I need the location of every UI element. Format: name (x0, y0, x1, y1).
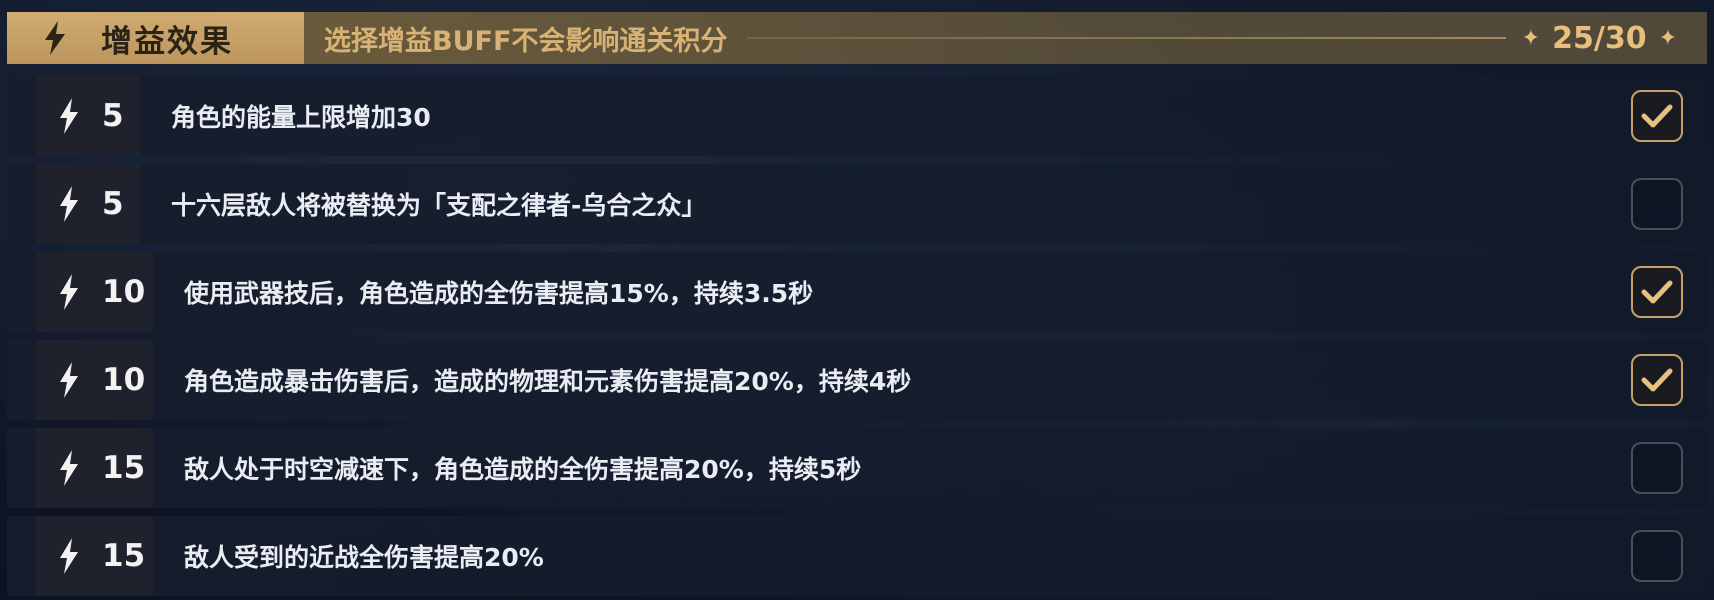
buff-description: 角色造成暴击伤害后，造成的物理和元素伤害提高20%，持续4秒 (184, 367, 912, 396)
lightning-icon (54, 272, 84, 312)
checkmark-icon (1641, 104, 1673, 128)
buff-row[interactable]: 10 角色造成暴击伤害后，造成的物理和元素伤害提高20%，持续4秒 (7, 340, 1707, 420)
sparkle-icon: ✦ (1658, 25, 1677, 51)
buff-checkbox[interactable] (1631, 178, 1683, 230)
buff-checkbox[interactable] (1631, 442, 1683, 494)
lightning-icon (37, 20, 73, 56)
buff-list: 5 角色的能量上限增加30 5 十六层敌人将被替换为「支配之律者-乌合之众」 1… (7, 76, 1707, 600)
lightning-icon (54, 360, 84, 400)
checkmark-icon (1641, 280, 1673, 304)
header-tag: 增益效果 (7, 12, 304, 64)
buff-cost: 5 (36, 164, 140, 244)
buff-cost-value: 5 (102, 98, 124, 134)
buff-cost: 15 (36, 428, 153, 508)
buff-cost: 5 (36, 76, 140, 156)
buff-description: 十六层敌人将被替换为「支配之律者-乌合之众」 (171, 191, 707, 220)
buff-cost: 10 (36, 340, 153, 420)
buff-checkbox[interactable] (1631, 354, 1683, 406)
buff-panel: 增益效果 选择增益BUFF不会影响通关积分 ✦ 25/30 ✦ 5 角色的能量上… (0, 0, 1714, 600)
buff-cost-value: 5 (102, 186, 124, 222)
lightning-icon (54, 536, 84, 576)
buff-cost-value: 10 (102, 274, 146, 310)
buff-description: 角色的能量上限增加30 (171, 103, 431, 132)
lightning-icon (54, 96, 84, 136)
buff-cost: 10 (36, 252, 153, 332)
buff-header: 增益效果 选择增益BUFF不会影响通关积分 ✦ 25/30 ✦ (7, 12, 1707, 64)
buff-cost-value: 15 (102, 538, 146, 574)
buff-row[interactable]: 5 角色的能量上限增加30 (7, 76, 1707, 156)
checkmark-icon (1641, 368, 1673, 392)
points-count: 25/30 (1552, 20, 1647, 56)
buff-cost-value: 10 (102, 362, 146, 398)
header-title: 增益效果 (101, 23, 233, 60)
lightning-icon (54, 184, 84, 224)
buff-description: 敌人处于时空减速下，角色造成的全伤害提高20%，持续5秒 (184, 455, 862, 484)
buff-row[interactable]: 10 使用武器技后，角色造成的全伤害提高15%，持续3.5秒 (7, 252, 1707, 332)
header-bar: 选择增益BUFF不会影响通关积分 ✦ 25/30 ✦ (304, 12, 1707, 64)
buff-cost: 15 (36, 516, 153, 596)
header-subtitle: 选择增益BUFF不会影响通关积分 (324, 25, 728, 57)
buff-checkbox[interactable] (1631, 90, 1683, 142)
buff-checkbox[interactable] (1631, 266, 1683, 318)
buff-cost-value: 15 (102, 450, 146, 486)
points-counter: ✦ 25/30 ✦ (1522, 21, 1677, 56)
buff-row[interactable]: 15 敌人处于时空减速下，角色造成的全伤害提高20%，持续5秒 (7, 428, 1707, 508)
buff-checkbox[interactable] (1631, 530, 1683, 582)
sparkle-icon: ✦ (1521, 25, 1541, 51)
buff-row[interactable]: 5 十六层敌人将被替换为「支配之律者-乌合之众」 (7, 164, 1707, 244)
header-divider (747, 37, 1506, 39)
lightning-icon (54, 448, 84, 488)
buff-description: 敌人受到的近战全伤害提高20% (184, 543, 544, 572)
buff-row[interactable]: 15 敌人受到的近战全伤害提高20% (7, 516, 1707, 596)
buff-description: 使用武器技后，角色造成的全伤害提高15%，持续3.5秒 (184, 279, 814, 308)
